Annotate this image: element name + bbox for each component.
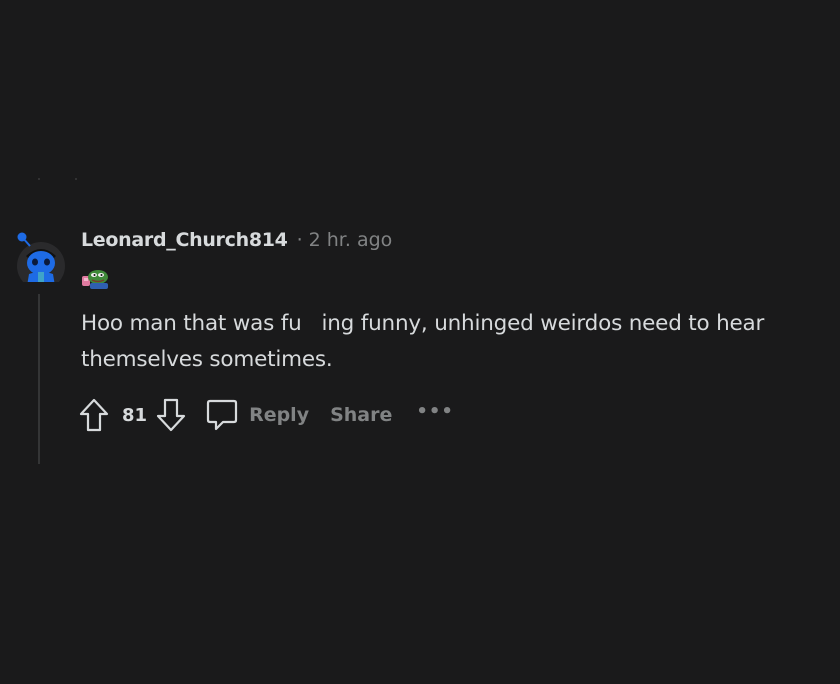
reply-label: Reply [249, 404, 310, 426]
username-link[interactable]: Leonard_Church814 [81, 229, 288, 251]
stray-dot [38, 178, 40, 180]
comment-actions: 81 Reply Share ••• [78, 397, 454, 433]
comment-body: Hoo man that was fu ing funny, unhinged … [81, 306, 836, 378]
upvote-arrow-icon [79, 398, 109, 432]
reply-button[interactable]: Reply [205, 398, 309, 432]
timestamp[interactable]: 2 hr. ago [309, 229, 393, 251]
comment-body-line: themselves sometimes. [81, 347, 333, 372]
user-avatar[interactable] [16, 226, 66, 290]
thread-line[interactable] [38, 294, 40, 464]
vote-score: 81 [122, 404, 148, 426]
comment: Leonard_Church814 · 2 hr. ago Hoo man th… [0, 212, 840, 472]
share-button[interactable]: Share [330, 404, 392, 426]
speech-bubble-icon [206, 399, 238, 431]
downvote-arrow-icon [156, 398, 186, 432]
comment-body-line: Hoo man that was fu ing funny, unhinged … [81, 311, 765, 336]
upvote-button[interactable] [78, 397, 110, 433]
pepe-flair-icon [82, 270, 108, 289]
separator: · [296, 229, 303, 251]
downvote-button[interactable] [155, 397, 187, 433]
snoo-avatar-icon [17, 232, 65, 290]
more-options-button[interactable]: ••• [416, 401, 454, 422]
comment-header: Leonard_Church814 · 2 hr. ago [81, 228, 392, 252]
stray-dot [75, 178, 77, 180]
user-flair [80, 267, 110, 289]
